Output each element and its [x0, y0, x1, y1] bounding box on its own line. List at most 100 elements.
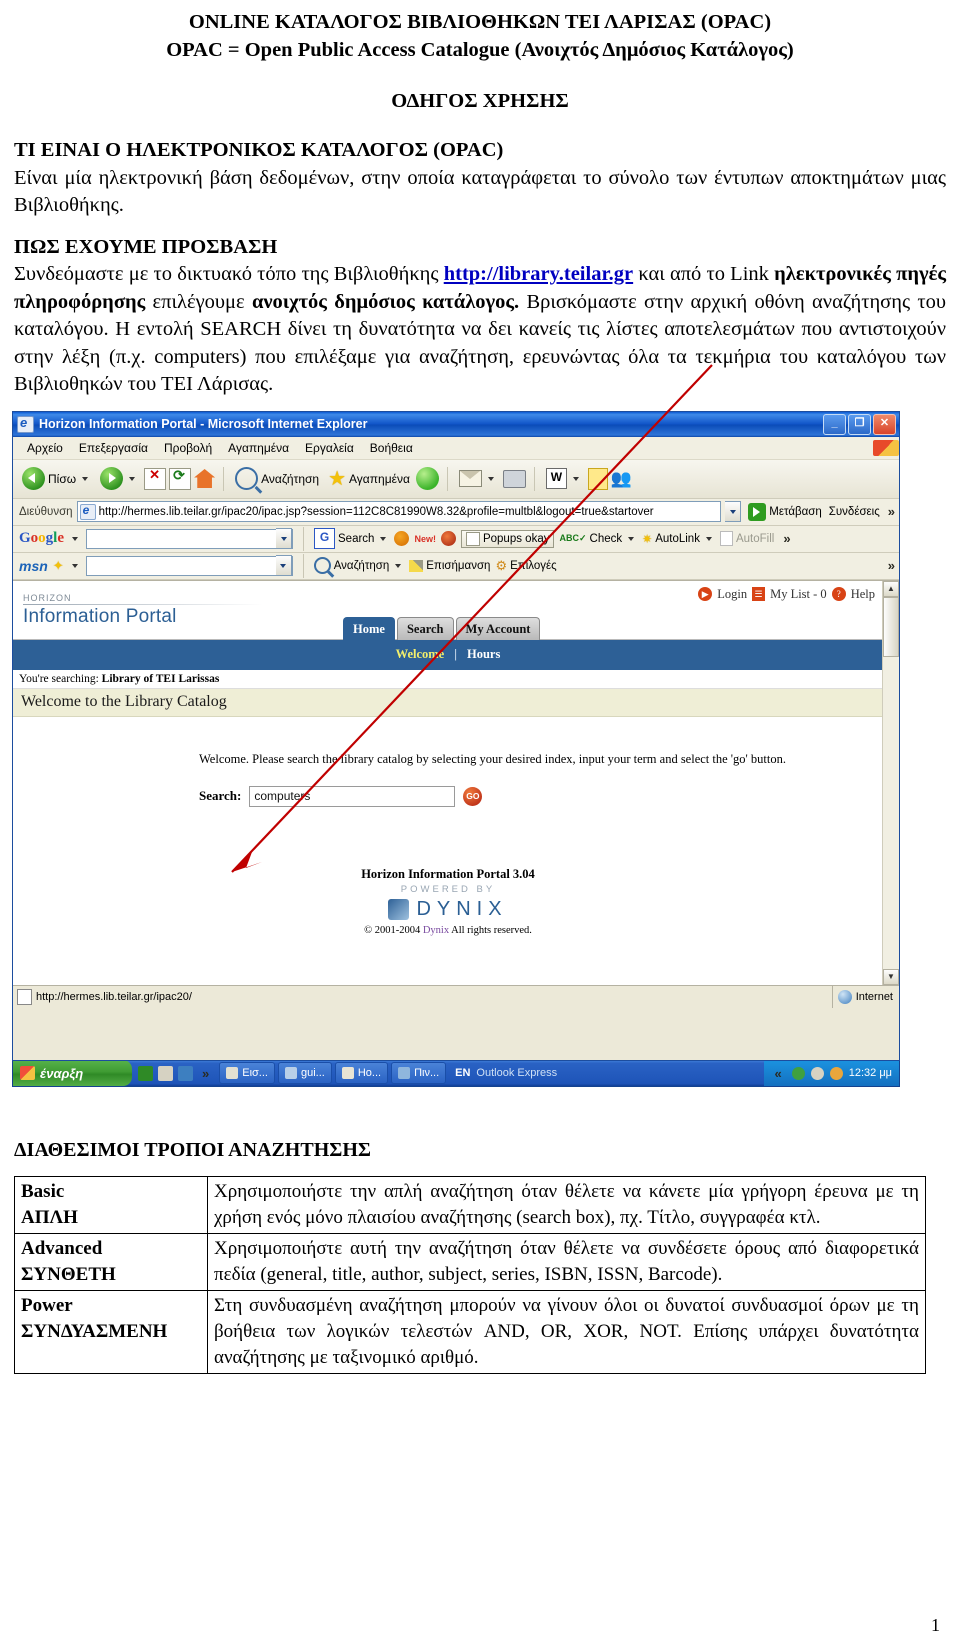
google-toolbar: Google G Search New! Popups okay ABC✓ Ch…	[13, 525, 899, 553]
address-dropdown-button[interactable]	[725, 501, 742, 522]
searching-scope: You're searching: Library of TEI Larissa…	[13, 669, 883, 689]
links-label[interactable]: Συνδέσεις	[829, 506, 880, 518]
taskbar-label-1: Εισ...	[242, 1067, 268, 1079]
tab-search[interactable]: Search	[396, 616, 454, 640]
google-search-input[interactable]	[86, 528, 294, 549]
msn-search-dropdown-icon[interactable]	[395, 563, 402, 568]
mail-dropdown-icon[interactable]	[487, 476, 494, 481]
go-button[interactable]: Μετάβαση	[745, 501, 825, 523]
menu-item-help[interactable]: Βοήθεια	[362, 441, 421, 455]
quicklaunch-icon-3[interactable]	[178, 1065, 193, 1081]
msn-overflow-icon[interactable]: »	[884, 558, 899, 573]
google-autolink-button[interactable]: ✷ AutoLink	[642, 530, 715, 548]
login-link[interactable]: Login	[717, 587, 747, 602]
mode-desc-advanced: Χρησιμοποιήστε αυτή την αναζήτηση όταν θ…	[207, 1232, 926, 1291]
library-website-link[interactable]: http://library.teilar.gr	[444, 263, 633, 285]
taskbar-item-1[interactable]: Εισ...	[219, 1062, 275, 1084]
autolink-label: AutoLink	[655, 532, 700, 545]
notes-icon[interactable]	[587, 467, 608, 490]
google-popup-blocker-button[interactable]: Popups okay	[460, 529, 555, 548]
catalog-go-button[interactable]: GO	[463, 786, 483, 806]
tab-my-account[interactable]: My Account	[455, 616, 541, 640]
welcome-heading: Welcome to the Library Catalog	[13, 688, 883, 717]
google-search-dropdown-icon[interactable]	[380, 536, 387, 541]
address-input[interactable]: http://hermes.lib.teilar.gr/ipac20/ipac.…	[76, 501, 722, 522]
toolbar-separator-2	[446, 466, 448, 491]
quicklaunch-overflow-icon[interactable]: »	[198, 1066, 213, 1081]
forward-dropdown-icon[interactable]	[129, 476, 136, 481]
minimize-button[interactable]: _	[823, 413, 846, 435]
scrollbar-thumb[interactable]	[883, 596, 899, 657]
google-menu-icon[interactable]	[72, 536, 79, 541]
subnav-welcome[interactable]: Welcome	[396, 647, 445, 662]
msn-search-button[interactable]: Αναζήτηση	[313, 557, 405, 574]
google-overflow-icon[interactable]: »	[779, 531, 794, 546]
quicklaunch-icon-2[interactable]	[158, 1065, 173, 1081]
dynix-logo-icon	[388, 898, 410, 920]
msn-search-input[interactable]	[85, 555, 293, 576]
tab-home[interactable]: Home	[343, 616, 395, 640]
check-dropdown-icon[interactable]	[628, 536, 635, 541]
help-link[interactable]: Help	[851, 587, 875, 602]
searching-prefix: You're searching:	[19, 672, 99, 685]
tray-expand-icon[interactable]: «	[771, 1066, 786, 1081]
back-button[interactable]: Πίσω	[19, 465, 94, 492]
menu-item-edit[interactable]: Επεξεργασία	[71, 441, 156, 455]
google-autofill-button[interactable]: AutoFill	[719, 531, 774, 546]
taskbar-item-3[interactable]: Ho...	[334, 1062, 389, 1084]
system-tray: « 12:32 μμ	[763, 1060, 899, 1086]
google-search-button[interactable]: G Search	[314, 528, 389, 549]
autolink-dropdown-icon[interactable]	[705, 536, 712, 541]
print-icon[interactable]	[502, 469, 526, 488]
star-icon: ★	[328, 467, 347, 490]
copyright-post: All rights reserved.	[449, 924, 532, 936]
media-icon[interactable]	[415, 467, 439, 490]
scroll-up-button[interactable]: ▲	[883, 580, 899, 597]
google-pagerank-icon[interactable]	[394, 531, 410, 546]
menu-item-tools[interactable]: Εργαλεία	[297, 441, 362, 455]
document-page: ONLINE ΚΑΤΑΛΟΓΟΣ ΒΙΒΛΙΟΘΗΚΩΝ ΤΕΙ ΛΑΡΙΣΑΣ…	[0, 0, 960, 1648]
scroll-down-button[interactable]: ▼	[883, 968, 899, 985]
close-button[interactable]: ✕	[873, 413, 896, 435]
search-button[interactable]: Αναζήτηση	[232, 465, 322, 492]
back-dropdown-icon[interactable]	[82, 476, 89, 481]
refresh-icon[interactable]	[169, 467, 192, 490]
menu-item-file[interactable]: Αρχείο	[19, 441, 71, 455]
msn-menu-icon[interactable]	[71, 563, 78, 568]
google-news-icon[interactable]	[440, 531, 456, 546]
messenger-icon[interactable]: 👥	[611, 469, 632, 489]
quicklaunch-icon-1[interactable]	[138, 1065, 153, 1081]
word-dropdown-icon[interactable]	[572, 476, 579, 481]
menu-item-view[interactable]: Προβολή	[156, 441, 220, 455]
vertical-scrollbar[interactable]: ▲ ▼	[882, 580, 899, 985]
google-spellcheck-button[interactable]: ABC✓ Check	[559, 533, 637, 545]
portal-footer: Horizon Information Portal 3.04 POWERED …	[13, 807, 883, 936]
outlook-express-label[interactable]: Outlook Express	[476, 1067, 563, 1079]
edit-word-button[interactable]: W	[543, 466, 585, 491]
taskbar-label-2: gui...	[300, 1067, 325, 1079]
taskbar-item-2[interactable]: gui...	[277, 1062, 332, 1084]
taskbar-item-4[interactable]: Πιν...	[391, 1062, 447, 1084]
address-label: Διεύθυνση	[19, 505, 73, 518]
gtb-separator	[303, 526, 305, 551]
start-button[interactable]: έναρξη	[13, 1060, 132, 1086]
tray-icon-3[interactable]	[829, 1066, 843, 1080]
language-indicator[interactable]: EN	[449, 1067, 476, 1079]
tray-icon-1[interactable]	[791, 1066, 805, 1080]
clock[interactable]: 12:32 μμ	[849, 1067, 892, 1079]
msn-highlight-button[interactable]: Επισήμανση	[409, 559, 490, 572]
menu-item-favorites[interactable]: Αγαπημένα	[220, 441, 297, 455]
tray-icon-2[interactable]	[810, 1066, 824, 1080]
msn-options-button[interactable]: ⚙ Επιλογές	[495, 558, 556, 574]
favorites-button[interactable]: ★ Αγαπημένα	[325, 468, 413, 490]
forward-button[interactable]	[97, 465, 141, 492]
subnav-hours[interactable]: Hours	[467, 647, 500, 662]
catalog-search-input[interactable]: computers	[249, 785, 456, 807]
mail-button[interactable]	[456, 468, 500, 489]
stop-icon[interactable]	[144, 467, 167, 490]
my-list-link[interactable]: My List - 0	[770, 587, 827, 602]
home-icon[interactable]	[194, 469, 216, 488]
status-divider	[831, 985, 833, 1008]
restore-button[interactable]: ❐	[848, 413, 871, 435]
address-overflow-icon[interactable]: »	[884, 504, 899, 519]
